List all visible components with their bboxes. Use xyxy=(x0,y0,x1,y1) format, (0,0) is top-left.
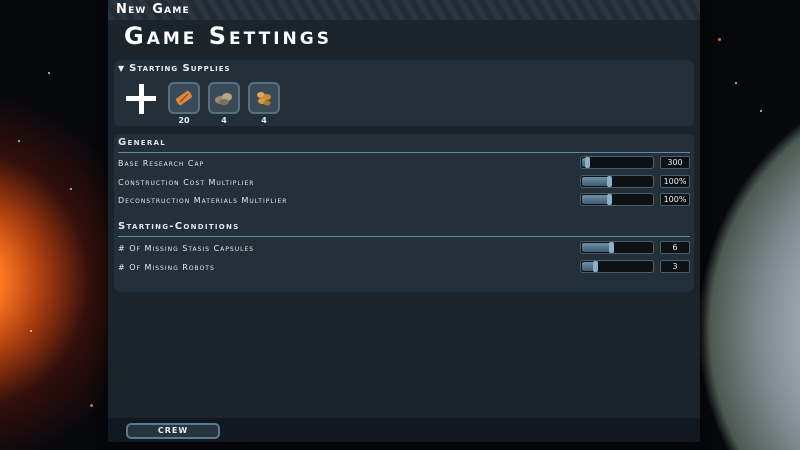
construction-cost-value[interactable]: 100% xyxy=(660,175,690,188)
slider-fill xyxy=(582,242,614,253)
page-title: Game Settings xyxy=(124,22,332,50)
supply-count: 20 xyxy=(178,116,190,125)
add-supply-button[interactable] xyxy=(126,84,156,114)
slider-fill xyxy=(582,176,612,187)
setting-label: Construction Cost Multiplier xyxy=(118,178,255,187)
deconstruction-materials-value[interactable]: 100% xyxy=(660,193,690,206)
setting-label: Base Research Cap xyxy=(118,159,205,168)
ration-bar-icon xyxy=(175,90,193,106)
star xyxy=(718,38,721,41)
supply-count: 4 xyxy=(261,116,267,125)
missing-robots-value[interactable]: 3 xyxy=(660,260,690,273)
starting-supplies-header: Starting Supplies xyxy=(129,63,231,74)
starting-supplies-toggle[interactable]: ▼ Starting Supplies xyxy=(118,63,231,74)
supply-item-rocks[interactable] xyxy=(208,82,240,114)
divider xyxy=(118,152,690,153)
star xyxy=(30,330,32,332)
slider-fill xyxy=(582,194,612,205)
star xyxy=(48,72,50,74)
supply-count: 4 xyxy=(221,116,227,125)
star xyxy=(760,110,762,112)
construction-cost-slider[interactable] xyxy=(580,175,654,188)
starting-supplies-section: ▼ Starting Supplies 20 4 4 xyxy=(114,60,694,126)
star xyxy=(18,140,20,142)
star xyxy=(70,188,72,190)
missing-stasis-capsules-slider[interactable] xyxy=(580,241,654,254)
starting-conditions-header: Starting-Conditions xyxy=(118,221,240,232)
divider xyxy=(118,236,690,237)
base-research-cap-value[interactable]: 300 xyxy=(660,156,690,169)
deconstruction-materials-slider[interactable] xyxy=(580,193,654,206)
crew-button[interactable]: CREW xyxy=(126,423,220,439)
missing-robots-slider[interactable] xyxy=(580,260,654,273)
supply-item-ration-bar[interactable] xyxy=(168,82,200,114)
header-bar: New Game xyxy=(108,0,700,20)
star xyxy=(90,404,93,407)
slider-fill xyxy=(582,157,590,168)
base-research-cap-slider[interactable] xyxy=(580,156,654,169)
setting-label: # Of Missing Robots xyxy=(118,263,215,272)
rocks-icon xyxy=(215,93,232,105)
settings-section: General Base Research Cap 300 Constructi… xyxy=(114,134,694,292)
missing-stasis-capsules-value[interactable]: 6 xyxy=(660,241,690,254)
general-header: General xyxy=(118,137,166,148)
game-settings-panel: New Game Game Settings ▼ Starting Suppli… xyxy=(108,0,700,442)
setting-label: # Of Missing Stasis Capsules xyxy=(118,244,255,253)
footer-bar: CREW xyxy=(108,418,700,442)
window-subtitle: New Game xyxy=(116,2,190,17)
supply-item-food-pile[interactable] xyxy=(248,82,280,114)
setting-label: Deconstruction Materials Multiplier xyxy=(118,196,288,205)
food-pile-icon xyxy=(257,92,271,106)
star xyxy=(735,82,737,84)
collapse-triangle-icon: ▼ xyxy=(118,64,126,73)
slider-fill xyxy=(582,261,598,272)
